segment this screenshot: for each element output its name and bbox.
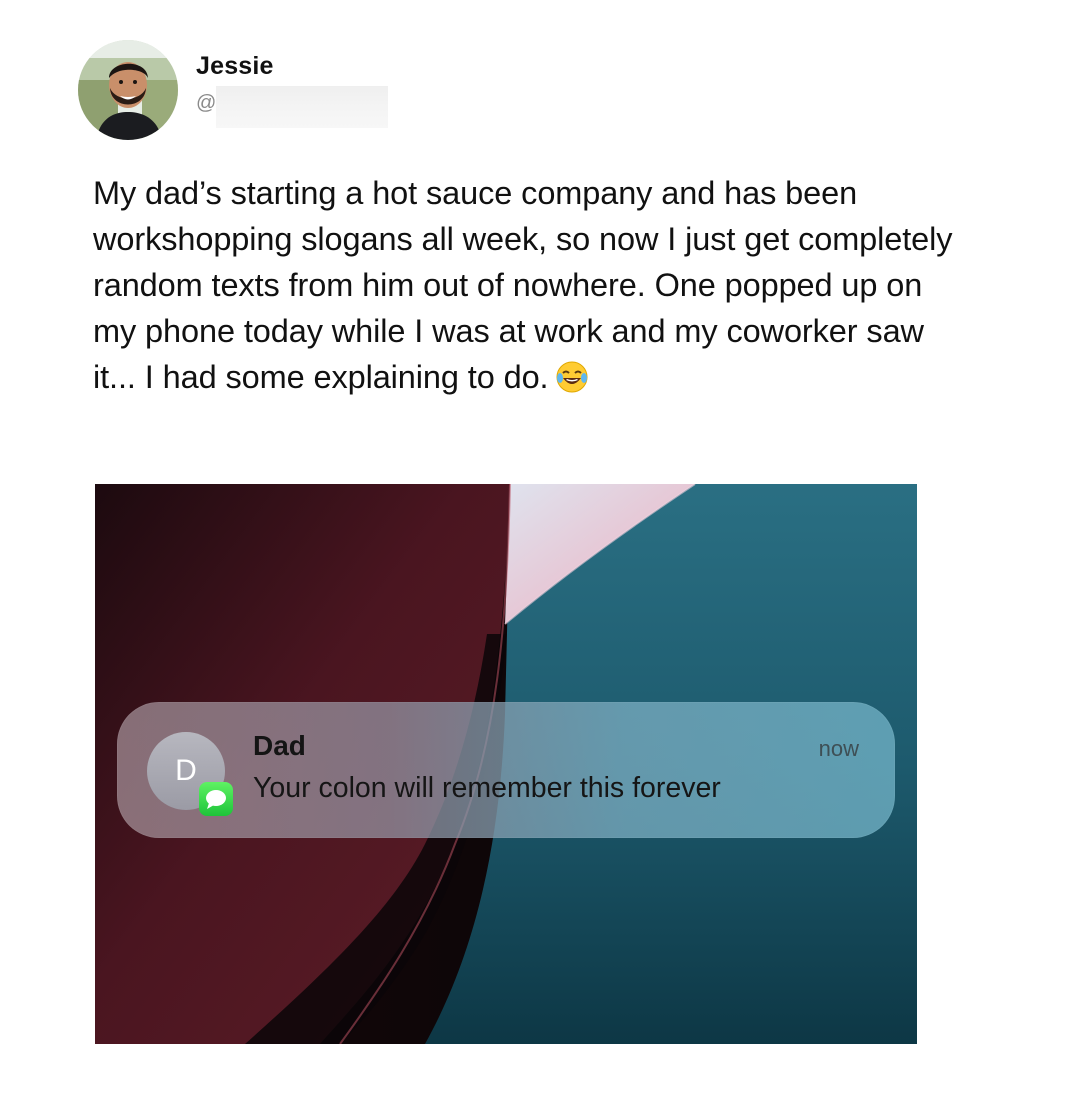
handle[interactable]: @ [196,92,216,115]
notification-time: now [818,736,859,761]
profile-avatar[interactable] [78,40,178,140]
notification-sender: Dad [253,730,306,761]
face-with-tears-of-joy-icon [555,360,589,406]
attached-photo[interactable]: D Dad Your colon will remember this fore… [95,484,917,1044]
notification-message: Your colon will remember this forever [253,772,721,804]
tweet-body: My dad’s starting a hot sauce company an… [93,175,953,395]
tweet-text: My dad’s starting a hot sauce company an… [93,170,973,406]
display-name[interactable]: Jessie [196,52,274,81]
messages-icon [199,782,233,816]
message-notification[interactable]: D Dad Your colon will remember this fore… [117,702,895,838]
handle-redaction [216,86,388,128]
